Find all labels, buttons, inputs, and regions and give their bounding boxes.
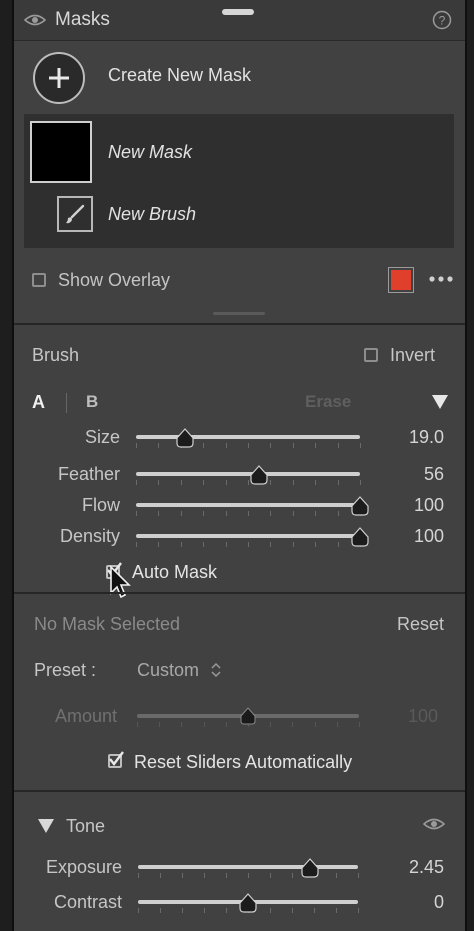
mouse-cursor-icon [110, 565, 131, 599]
slider-thumb[interactable] [249, 465, 269, 485]
section-divider [14, 323, 465, 325]
panel-drag-handle[interactable] [222, 9, 254, 15]
preset-select[interactable]: Custom [137, 660, 199, 681]
slider-label: Contrast [53, 892, 122, 912]
slider-thumb[interactable] [300, 858, 320, 878]
overlay-color-swatch[interactable] [388, 267, 414, 293]
masks-panel: Masks ? Create New Mask New Mask New Bru… [12, 0, 467, 931]
slider-thumb[interactable] [350, 496, 370, 516]
slider-track[interactable] [138, 865, 358, 869]
mask-list: New Mask New Brush [24, 114, 454, 248]
amount-slider-thumb[interactable] [239, 707, 257, 725]
help-icon[interactable]: ? [432, 10, 452, 30]
visibility-eye-icon[interactable] [24, 13, 46, 27]
brush-section-title: Brush [32, 345, 80, 365]
brush-item-label[interactable]: New Brush [108, 204, 196, 225]
slider-track[interactable] [136, 472, 360, 476]
section-divider [14, 790, 465, 792]
slider-ticks [136, 443, 361, 449]
svg-text:?: ? [439, 14, 446, 28]
tone-section-title[interactable]: Tone [66, 816, 105, 837]
slider-value[interactable]: 19.0 [409, 427, 444, 448]
slider-label: Density [59, 526, 120, 546]
invert-checkbox[interactable] [364, 348, 378, 362]
checkmark-icon [109, 751, 124, 766]
auto-mask-label: Auto Mask [132, 562, 218, 582]
slider-value[interactable]: 56 [424, 464, 444, 485]
paintbrush-icon [66, 204, 85, 224]
collapse-handle[interactable] [213, 312, 265, 315]
triangle-down-icon[interactable] [432, 395, 448, 409]
slider-value[interactable]: 0 [434, 892, 444, 913]
reset-button[interactable]: Reset [397, 614, 444, 635]
brush-tab-a[interactable]: A [32, 392, 45, 413]
slider-value[interactable]: 100 [414, 495, 444, 516]
slider-label: Size [84, 427, 120, 447]
stepper-arrows-icon[interactable] [211, 662, 221, 678]
show-overlay-label: Show Overlay [58, 270, 171, 290]
invert-label: Invert [390, 345, 436, 365]
disclosure-triangle-icon[interactable] [38, 819, 54, 833]
tab-divider [66, 393, 67, 413]
slider-track[interactable] [136, 435, 360, 439]
slider-ticks [138, 873, 359, 879]
slider-track[interactable] [136, 503, 360, 507]
mask-thumbnail[interactable] [30, 121, 92, 183]
slider-label: Exposure [45, 857, 122, 877]
preset-label: Preset : [34, 660, 97, 680]
brush-component-icon[interactable] [57, 196, 93, 232]
slider-ticks [136, 511, 361, 517]
amount-label: Amount [55, 706, 118, 726]
slider-ticks [136, 480, 361, 486]
slider-value[interactable]: 2.45 [409, 857, 444, 878]
slider-label: Flow [81, 495, 120, 515]
more-options-icon[interactable] [428, 275, 454, 283]
slider-thumb[interactable] [175, 428, 195, 448]
create-new-mask-label: Create New Mask [108, 65, 252, 85]
masks-header: Masks ? [14, 0, 465, 41]
reset-sliders-label: Reset Sliders Automatically [134, 752, 353, 772]
no-mask-status: No Mask Selected [34, 614, 181, 634]
visibility-eye-icon[interactable] [423, 817, 445, 831]
amount-value: 100 [408, 706, 439, 726]
mask-item-label[interactable]: New Mask [108, 142, 192, 163]
create-new-mask-row[interactable]: Create New Mask [14, 41, 465, 113]
slider-ticks [136, 542, 361, 548]
section-divider [14, 592, 465, 594]
slider-label: Feather [57, 464, 120, 484]
erase-tab[interactable]: Erase [305, 392, 351, 412]
slider-track[interactable] [136, 534, 360, 538]
masks-title: Masks [55, 9, 110, 30]
add-mask-icon[interactable] [32, 51, 86, 105]
slider-thumb[interactable] [350, 527, 370, 547]
slider-value[interactable]: 100 [414, 526, 444, 547]
slider-thumb[interactable] [238, 893, 258, 913]
show-overlay-checkbox[interactable] [32, 273, 46, 287]
brush-tab-b[interactable]: B [86, 392, 98, 412]
